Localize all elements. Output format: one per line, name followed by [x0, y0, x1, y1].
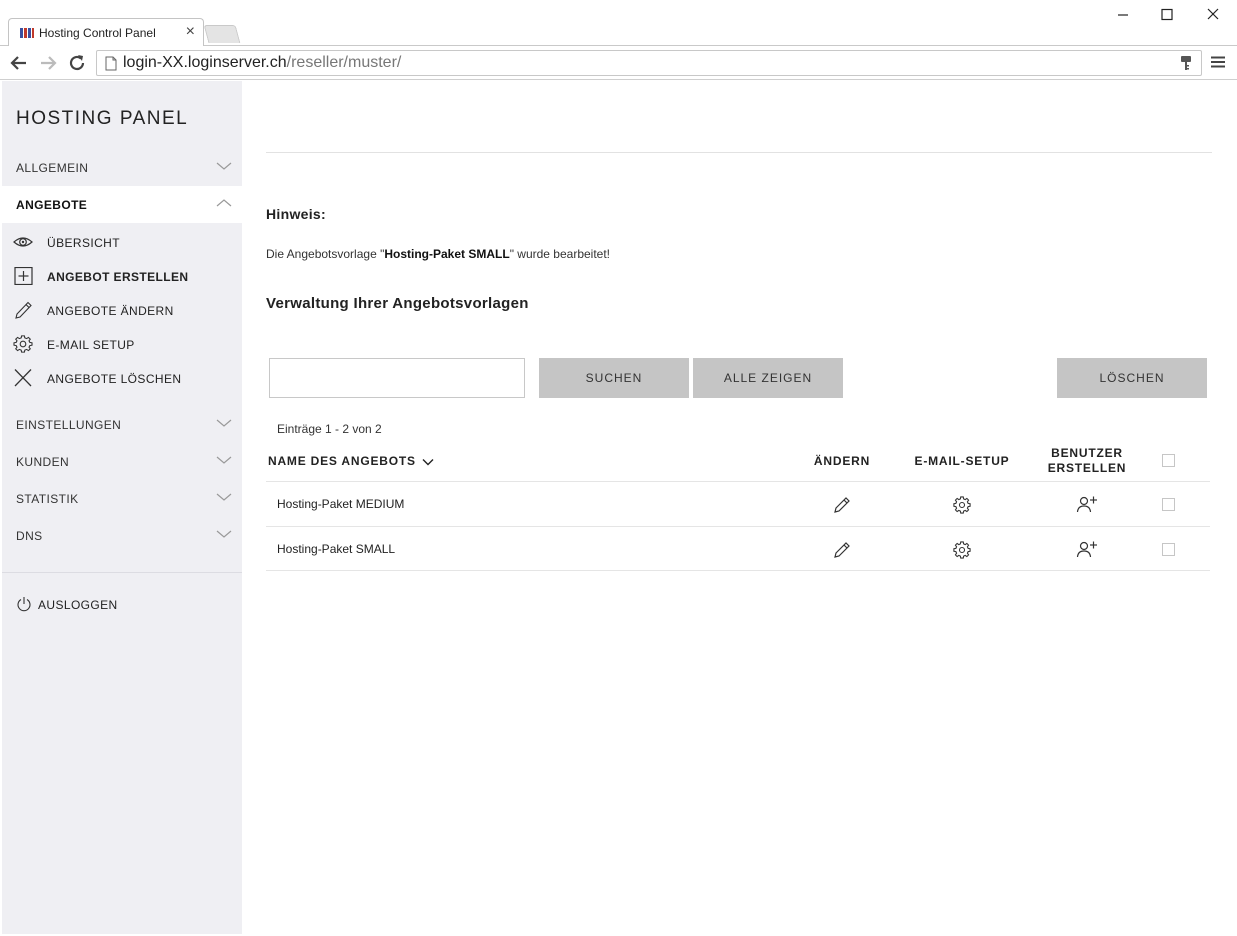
- table-row: Hosting-Paket SMALL: [266, 526, 1210, 571]
- eye-icon: [13, 237, 33, 247]
- notice-text: Die Angebotsvorlage "Hosting-Paket SMALL…: [266, 247, 610, 261]
- sidebar-item-email-setup[interactable]: E-MAIL SETUP: [2, 327, 242, 361]
- sidebar-section-label: KUNDEN: [16, 455, 70, 469]
- sidebar-section-statistik[interactable]: STATISTIK: [2, 480, 242, 517]
- forward-arrow-icon[interactable]: [37, 52, 59, 74]
- brand-title: HOSTING PANEL: [16, 108, 189, 129]
- chevron-up-icon: [216, 199, 232, 207]
- browser-tab[interactable]: Hosting Control Panel ×: [8, 18, 204, 46]
- gear-icon: [13, 335, 33, 353]
- pencil-icon[interactable]: [833, 496, 851, 514]
- sidebar-item-angebote-loeschen[interactable]: ANGEBOTE LÖSCHEN: [2, 361, 242, 395]
- chevron-down-icon: [216, 419, 232, 427]
- sidebar-item-label: ANGEBOTE ÄNDERN: [47, 304, 174, 318]
- sidebar-item-label: E-MAIL SETUP: [47, 338, 135, 352]
- offer-name: Hosting-Paket SMALL: [277, 542, 396, 556]
- chevron-down-icon: [216, 162, 232, 170]
- add-user-icon[interactable]: [1076, 540, 1098, 558]
- chevron-down-icon: [422, 458, 434, 466]
- tab-close-icon[interactable]: ×: [186, 23, 195, 41]
- sidebar-section-kunden[interactable]: KUNDEN: [2, 443, 242, 480]
- logout-button[interactable]: AUSLOGGEN: [2, 589, 242, 619]
- header-rule: [266, 152, 1212, 153]
- chevron-down-icon: [216, 493, 232, 501]
- page-icon: [105, 56, 117, 71]
- sidebar-section-dns[interactable]: DNS: [2, 517, 242, 554]
- column-header-create-user: BENUTZER ERSTELLEN: [1037, 446, 1137, 476]
- logout-label: AUSLOGGEN: [38, 598, 118, 612]
- chevron-down-icon: [216, 530, 232, 538]
- url-path: /reseller/muster/: [286, 54, 402, 71]
- column-header-name-label: NAME DES ANGEBOTS: [268, 454, 416, 468]
- sidebar-section-label: ALLGEMEIN: [16, 161, 89, 175]
- reload-icon[interactable]: [66, 52, 88, 74]
- browser-toolbar: login-XX.loginserver.ch/reseller/muster/: [0, 46, 1237, 80]
- entries-count: Einträge 1 - 2 von 2: [277, 422, 382, 436]
- x-icon: [14, 369, 32, 387]
- address-bar[interactable]: login-XX.loginserver.ch/reseller/muster/: [96, 50, 1202, 76]
- sidebar-section-label: STATISTIK: [16, 492, 79, 506]
- column-header-edit: ÄNDERN: [813, 454, 871, 468]
- browser-menu-icon[interactable]: [1210, 54, 1226, 70]
- sidebar-section-angebote[interactable]: ANGEBOTE: [2, 186, 242, 223]
- close-window-icon[interactable]: [1201, 4, 1225, 26]
- offer-name: Hosting-Paket MEDIUM: [277, 497, 405, 511]
- delete-button[interactable]: LÖSCHEN: [1057, 358, 1207, 398]
- key-icon[interactable]: [1179, 55, 1193, 71]
- sidebar-section-label: ANGEBOTE: [16, 198, 88, 212]
- search-input[interactable]: [269, 358, 525, 398]
- select-all-checkbox[interactable]: [1162, 454, 1175, 467]
- row-checkbox[interactable]: [1162, 543, 1175, 556]
- column-header-name[interactable]: NAME DES ANGEBOTS: [268, 454, 434, 469]
- back-arrow-icon[interactable]: [8, 52, 30, 74]
- site-favicon-icon: [19, 26, 35, 40]
- notice-text-before: Die Angebotsvorlage ": [266, 247, 385, 261]
- sidebar: HOSTING PANEL ALLGEMEIN ANGEBOTE ÜBERSIC…: [2, 81, 242, 934]
- pencil-icon: [15, 301, 32, 319]
- section-title: Verwaltung Ihrer Angebotsvorlagen: [266, 295, 529, 312]
- search-button[interactable]: SUCHEN: [539, 358, 689, 398]
- minimize-icon[interactable]: [1111, 4, 1135, 26]
- sidebar-item-label: ÜBERSICHT: [47, 236, 120, 250]
- row-checkbox[interactable]: [1162, 498, 1175, 511]
- column-header-create-user-line1: BENUTZER: [1051, 446, 1123, 460]
- plus-box-icon: [14, 267, 33, 285]
- gear-icon[interactable]: [953, 541, 971, 559]
- sidebar-section-label: EINSTELLUNGEN: [16, 418, 122, 432]
- sidebar-section-label: DNS: [16, 529, 43, 543]
- notice-text-after: " wurde bearbeitet!: [509, 247, 611, 261]
- tab-title: Hosting Control Panel: [39, 26, 156, 40]
- sidebar-item-angebote-aendern[interactable]: ANGEBOTE ÄNDERN: [2, 293, 242, 327]
- notice-offer-name: Hosting-Paket SMALL: [384, 247, 510, 261]
- power-icon: [17, 597, 31, 612]
- pencil-icon[interactable]: [833, 541, 851, 559]
- sidebar-section-allgemein[interactable]: ALLGEMEIN: [2, 149, 242, 186]
- sidebar-item-label: ANGEBOT ERSTELLEN: [47, 270, 189, 284]
- gear-icon[interactable]: [953, 496, 971, 514]
- show-all-button[interactable]: ALLE ZEIGEN: [693, 358, 843, 398]
- column-header-email-setup: E-MAIL-SETUP: [914, 454, 1010, 468]
- table-row: Hosting-Paket MEDIUM: [266, 481, 1210, 526]
- notice-title: Hinweis:: [266, 206, 326, 222]
- add-user-icon[interactable]: [1076, 495, 1098, 513]
- browser-titlebar: Hosting Control Panel ×: [0, 0, 1237, 46]
- sidebar-item-uebersicht[interactable]: ÜBERSICHT: [2, 225, 242, 259]
- sidebar-item-label: ANGEBOTE LÖSCHEN: [47, 372, 182, 386]
- main-content: Hinweis: Die Angebotsvorlage "Hosting-Pa…: [242, 81, 1235, 934]
- new-tab-button[interactable]: [203, 25, 241, 43]
- chevron-down-icon: [216, 456, 232, 464]
- sidebar-section-einstellungen[interactable]: EINSTELLUNGEN: [2, 406, 242, 443]
- column-header-create-user-line2: ERSTELLEN: [1047, 461, 1127, 475]
- maximize-icon[interactable]: [1155, 4, 1179, 26]
- sidebar-divider: [2, 572, 242, 573]
- url-text: login-XX.loginserver.ch/reseller/muster/: [123, 54, 401, 72]
- sidebar-item-angebot-erstellen[interactable]: ANGEBOT ERSTELLEN: [2, 259, 242, 293]
- url-host: login-XX.loginserver.ch: [123, 54, 287, 71]
